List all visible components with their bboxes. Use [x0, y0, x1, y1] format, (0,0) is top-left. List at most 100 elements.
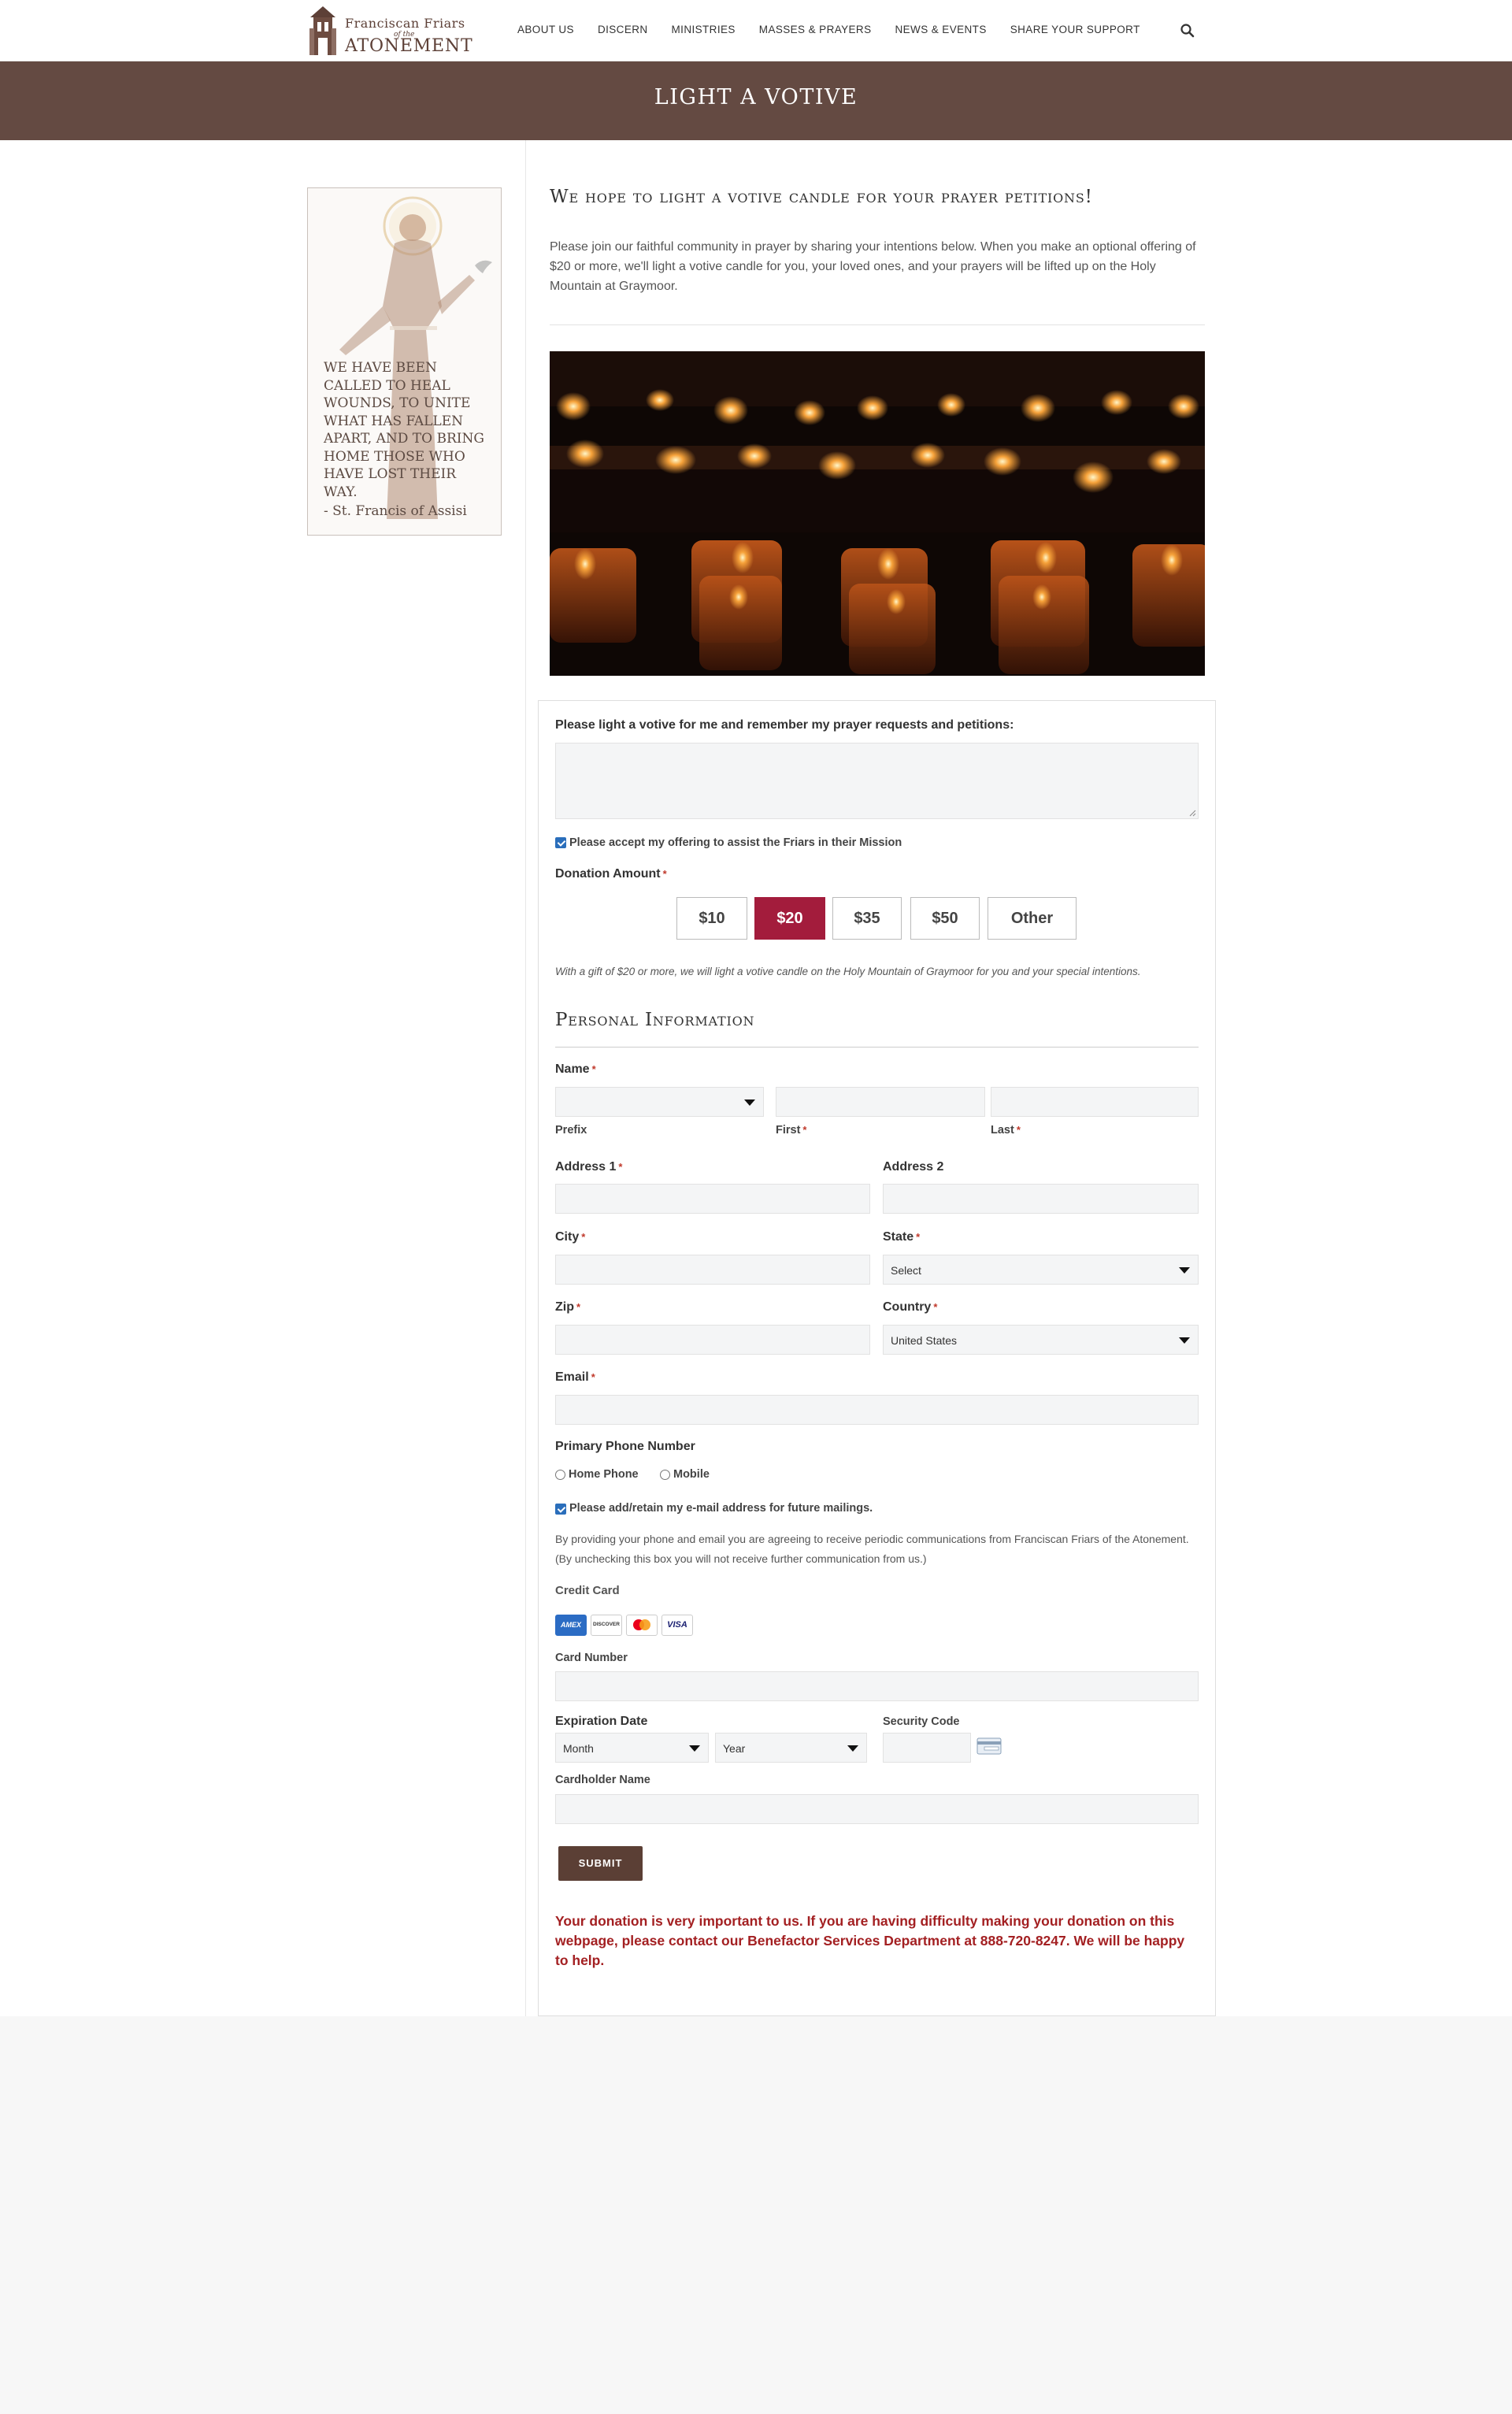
email-label: Email *: [555, 1370, 595, 1385]
nav-news-events[interactable]: NEWS & EVENTS: [895, 24, 987, 35]
first-name-input[interactable]: [776, 1087, 985, 1117]
prefix-select[interactable]: [555, 1087, 764, 1117]
year-select-value: Year: [723, 1742, 746, 1755]
required-marker: *: [1016, 1124, 1021, 1136]
card-number-input[interactable]: [555, 1671, 1199, 1701]
nav-ministries[interactable]: MINISTRIES: [672, 24, 736, 35]
amount-10-button[interactable]: $10: [676, 897, 747, 940]
nav-share-support[interactable]: SHARE YOUR SUPPORT: [1010, 24, 1140, 35]
required-marker: *: [581, 1231, 586, 1243]
page-banner: Light a Votive: [0, 61, 1512, 140]
donation-amount-label: Donation Amount *: [555, 867, 667, 881]
chevron-down-icon: [744, 1099, 755, 1106]
first-name-label: First *: [776, 1124, 806, 1137]
amex-icon: AMEX: [555, 1615, 587, 1636]
friary-tower-icon: [309, 6, 336, 55]
intro-heading: We hope to light a votive candle for you…: [550, 187, 1093, 207]
card-cvv-icon: [976, 1737, 1002, 1755]
offering-checkbox[interactable]: [555, 837, 566, 848]
required-marker: *: [576, 1301, 581, 1313]
expiration-year-select[interactable]: Year: [715, 1733, 867, 1763]
nav-masses-prayers[interactable]: MASSES & PRAYERS: [759, 24, 872, 35]
offering-checkbox-label: Please accept my offering to assist the …: [569, 836, 902, 849]
personal-info-heading: Personal Information: [555, 1010, 755, 1030]
st-francis-quote-card: We have been called to heal wounds, to u…: [307, 187, 502, 536]
state-label-text: State: [883, 1230, 914, 1244]
main-nav: ABOUT US DISCERN MINISTRIES MASSES & PRA…: [517, 24, 1164, 35]
chevron-down-icon: [1179, 1337, 1190, 1344]
page-title: Light a Votive: [654, 85, 858, 109]
security-code-input[interactable]: [883, 1733, 971, 1763]
phone-label: Primary Phone Number: [555, 1440, 695, 1453]
mastercard-circles: [633, 1619, 650, 1630]
logo-line-1: Franciscan Friars: [345, 16, 465, 31]
expiration-month-select[interactable]: Month: [555, 1733, 709, 1763]
mailing-checkbox[interactable]: [555, 1504, 566, 1515]
address2-input[interactable]: [883, 1184, 1199, 1214]
logo-line-3: Atonement: [345, 36, 473, 56]
state-select[interactable]: Select: [883, 1255, 1199, 1285]
site-logo[interactable]: Franciscan Friars of the Atonement: [307, 3, 480, 58]
country-label-text: Country: [883, 1300, 932, 1314]
address1-input[interactable]: [555, 1184, 870, 1214]
discover-icon: DISCOVER: [591, 1615, 622, 1636]
zip-label: Zip *: [555, 1300, 580, 1315]
site-header: Franciscan Friars of the Atonement ABOUT…: [0, 0, 1512, 61]
email-label-text: Email: [555, 1370, 589, 1384]
security-code-label: Security Code: [883, 1715, 960, 1728]
quote-author: - St. Francis of Assisi: [324, 503, 467, 519]
amount-20-button[interactable]: $20: [754, 897, 825, 940]
mailing-checkbox-label: Please add/retain my e-mail address for …: [569, 1502, 873, 1515]
divider: [550, 324, 1205, 325]
petitions-textarea[interactable]: [555, 743, 1199, 819]
submit-button[interactable]: SUBMIT: [558, 1846, 643, 1881]
required-marker: *: [591, 1371, 595, 1383]
amount-35-button[interactable]: $35: [832, 897, 902, 940]
donation-amount-text: Donation Amount: [555, 867, 661, 881]
mobile-label: Mobile: [673, 1468, 710, 1481]
address2-label: Address 2: [883, 1160, 944, 1174]
quote-text: We have been called to heal wounds, to u…: [324, 360, 484, 500]
home-phone-label: Home Phone: [569, 1468, 639, 1481]
first-name-label-text: First: [776, 1124, 801, 1137]
amex-text: AMEX: [560, 1621, 581, 1629]
address1-label: Address 1 *: [555, 1160, 622, 1174]
country-select-value: United States: [891, 1334, 958, 1347]
intro-text: Please join our faithful community in pr…: [550, 240, 1196, 293]
expiration-label: Expiration Date: [555, 1715, 648, 1728]
country-label: Country *: [883, 1300, 937, 1315]
required-marker: *: [802, 1124, 807, 1136]
gift-note: With a gift of $20 or more, we will ligh…: [555, 966, 1141, 977]
resize-handle-icon: [1189, 810, 1196, 817]
zip-input[interactable]: [555, 1325, 870, 1355]
petitions-label: Please light a votive for me and remembe…: [555, 718, 1014, 732]
mobile-radio[interactable]: [660, 1470, 670, 1480]
search-icon[interactable]: [1180, 23, 1195, 39]
amount-50-button[interactable]: $50: [910, 897, 980, 940]
name-label: Name *: [555, 1062, 596, 1077]
discover-text: DISCOVER: [593, 1622, 620, 1627]
last-name-input[interactable]: [991, 1087, 1199, 1117]
state-select-value: Select: [891, 1264, 921, 1277]
city-label: City *: [555, 1230, 585, 1244]
last-name-label: Last *: [991, 1124, 1021, 1137]
name-label-text: Name: [555, 1062, 590, 1076]
divider: [555, 1047, 1199, 1048]
home-phone-radio[interactable]: [555, 1470, 565, 1480]
address1-label-text: Address 1: [555, 1160, 617, 1174]
country-select[interactable]: United States: [883, 1325, 1199, 1355]
nav-discern[interactable]: DISCERN: [598, 24, 648, 35]
city-input[interactable]: [555, 1255, 870, 1285]
amount-other-button[interactable]: Other: [988, 897, 1077, 940]
required-marker: *: [618, 1161, 623, 1173]
month-select-value: Month: [563, 1742, 594, 1755]
credit-card-label: Credit Card: [555, 1584, 620, 1597]
required-marker: *: [591, 1063, 596, 1075]
required-marker: *: [662, 868, 667, 880]
email-input[interactable]: [555, 1395, 1199, 1425]
nav-about-us[interactable]: ABOUT US: [517, 24, 574, 35]
card-number-label: Card Number: [555, 1652, 628, 1664]
last-name-label-text: Last: [991, 1124, 1014, 1137]
cardholder-input[interactable]: [555, 1794, 1199, 1824]
chevron-down-icon: [689, 1745, 700, 1752]
